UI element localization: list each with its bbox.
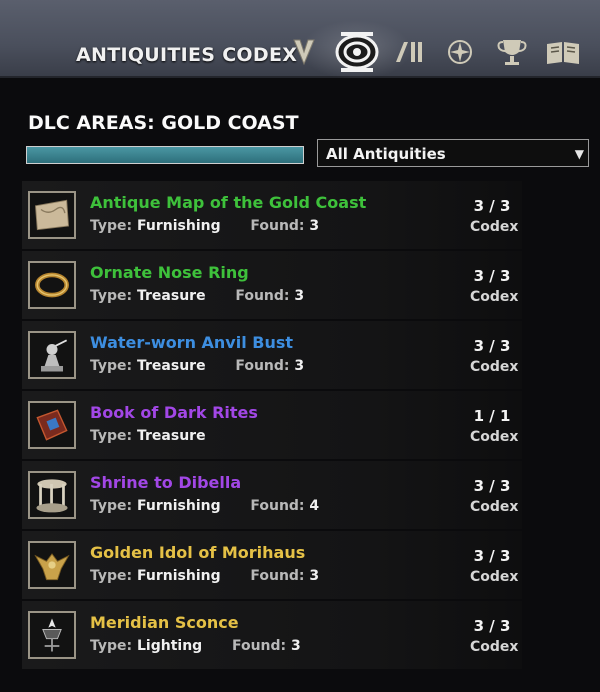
found-value: 3 (309, 218, 320, 234)
codex-label: Codex (470, 639, 519, 655)
dark-book-icon (28, 401, 76, 449)
found-value: 3 (294, 288, 305, 304)
type-label: Type: (90, 638, 133, 654)
antiquity-row[interactable]: Shrine to Dibella Type: Furnishing Found… (22, 461, 522, 529)
antiquity-meta: Type: Furnishing Found: 3 (90, 568, 319, 584)
antiquity-name: Book of Dark Rites (90, 403, 258, 422)
antiquity-name: Shrine to Dibella (90, 473, 242, 492)
open-book-icon[interactable] (543, 32, 583, 72)
shrine-icon (28, 471, 76, 519)
found-value: 3 (309, 568, 320, 584)
antiquity-meta: Type: Treasure (90, 428, 206, 444)
area-progress-bar (26, 146, 304, 164)
found-value: 3 (294, 358, 305, 374)
type-value: Treasure (137, 428, 206, 444)
codex-label: Codex (470, 219, 519, 235)
found-value: 4 (309, 498, 320, 514)
type-label: Type: (90, 428, 133, 444)
map-icon (28, 191, 76, 239)
antiquity-meta: Type: Treasure Found: 3 (90, 288, 304, 304)
lead-count: 3 / 3 (473, 267, 511, 285)
found-value: 3 (291, 638, 301, 654)
filter-selected-value: All Antiquities (326, 145, 446, 163)
codex-label: Codex (470, 569, 519, 585)
antiquity-row[interactable]: Ornate Nose Ring Type: Treasure Found: 3… (22, 251, 522, 319)
antiquity-row[interactable]: Golden Idol of Morihaus Type: Furnishing… (22, 531, 522, 599)
bust-icon (28, 331, 76, 379)
found-label: Found: (235, 358, 290, 374)
type-label: Type: (90, 218, 133, 234)
found-label: Found: (231, 638, 287, 654)
antiquity-row[interactable]: Antique Map of the Gold Coast Type: Furn… (22, 181, 522, 249)
idol-icon (28, 541, 76, 589)
lead-count: 3 / 3 (473, 617, 511, 635)
lead-count: 3 / 3 (473, 547, 511, 565)
type-value: Furnishing (137, 218, 221, 234)
type-label: Type: (90, 498, 133, 514)
dropdown-arrow-icon: ▼ (574, 147, 584, 161)
found-label: Found: (250, 498, 305, 514)
lead-count: 3 / 3 (473, 197, 511, 215)
journal-bars-icon[interactable] (390, 32, 430, 72)
top-bar: ANTIQUITIES CODEX (0, 0, 600, 80)
lead-count: 3 / 3 (473, 337, 511, 355)
antiquities-list: Antique Map of the Gold Coast Type: Furn… (22, 181, 522, 671)
codex-label: Codex (470, 289, 519, 305)
lead-count: 3 / 3 (473, 477, 511, 495)
champion-star-icon[interactable] (440, 32, 480, 72)
type-value: Furnishing (137, 498, 221, 514)
lead-count: 1 / 1 (473, 407, 511, 425)
antiquity-name: Ornate Nose Ring (90, 263, 249, 282)
codex-label: Codex (470, 359, 519, 375)
found-label: Found: (250, 218, 305, 234)
type-value: Furnishing (137, 568, 221, 584)
codex-eye-icon[interactable] (332, 28, 382, 76)
sconce-icon (28, 611, 76, 659)
antiquity-filter-dropdown[interactable]: All Antiquities ▼ (317, 139, 589, 167)
type-label: Type: (90, 568, 133, 584)
antiquity-name: Water-worn Anvil Bust (90, 333, 294, 352)
ring-icon (28, 261, 76, 309)
progress-fill (27, 147, 303, 163)
antiquity-row[interactable]: Water-worn Anvil Bust Type: Treasure Fou… (22, 321, 522, 389)
antiquity-name: Meridian Sconce (90, 613, 239, 632)
found-label: Found: (235, 288, 290, 304)
antiquity-row[interactable]: Meridian Sconce Type: Lighting Found: 3 … (22, 601, 522, 669)
type-label: Type: (90, 358, 133, 374)
antiquity-name: Golden Idol of Morihaus (90, 543, 306, 562)
antiquity-row[interactable]: Book of Dark Rites Type: Treasure 1 / 1 … (22, 391, 522, 459)
antiquity-meta: Type: Furnishing Found: 3 (90, 218, 319, 234)
antiquity-meta: Type: Furnishing Found: 4 (90, 498, 319, 514)
area-title: DLC AREAS: GOLD COAST (28, 112, 299, 134)
antiquity-name: Antique Map of the Gold Coast (90, 193, 367, 212)
trophy-icon[interactable] (492, 32, 532, 72)
type-value: Lighting (137, 638, 203, 654)
type-value: Treasure (137, 358, 206, 374)
codex-label: Codex (470, 429, 519, 445)
codex-title: ANTIQUITIES CODEX (76, 44, 298, 66)
type-value: Treasure (137, 288, 206, 304)
antiquity-meta: Type: Lighting Found: 3 (90, 638, 301, 654)
antiquity-meta: Type: Treasure Found: 3 (90, 358, 304, 374)
type-label: Type: (90, 288, 133, 304)
found-label: Found: (250, 568, 305, 584)
codex-label: Codex (470, 499, 519, 515)
